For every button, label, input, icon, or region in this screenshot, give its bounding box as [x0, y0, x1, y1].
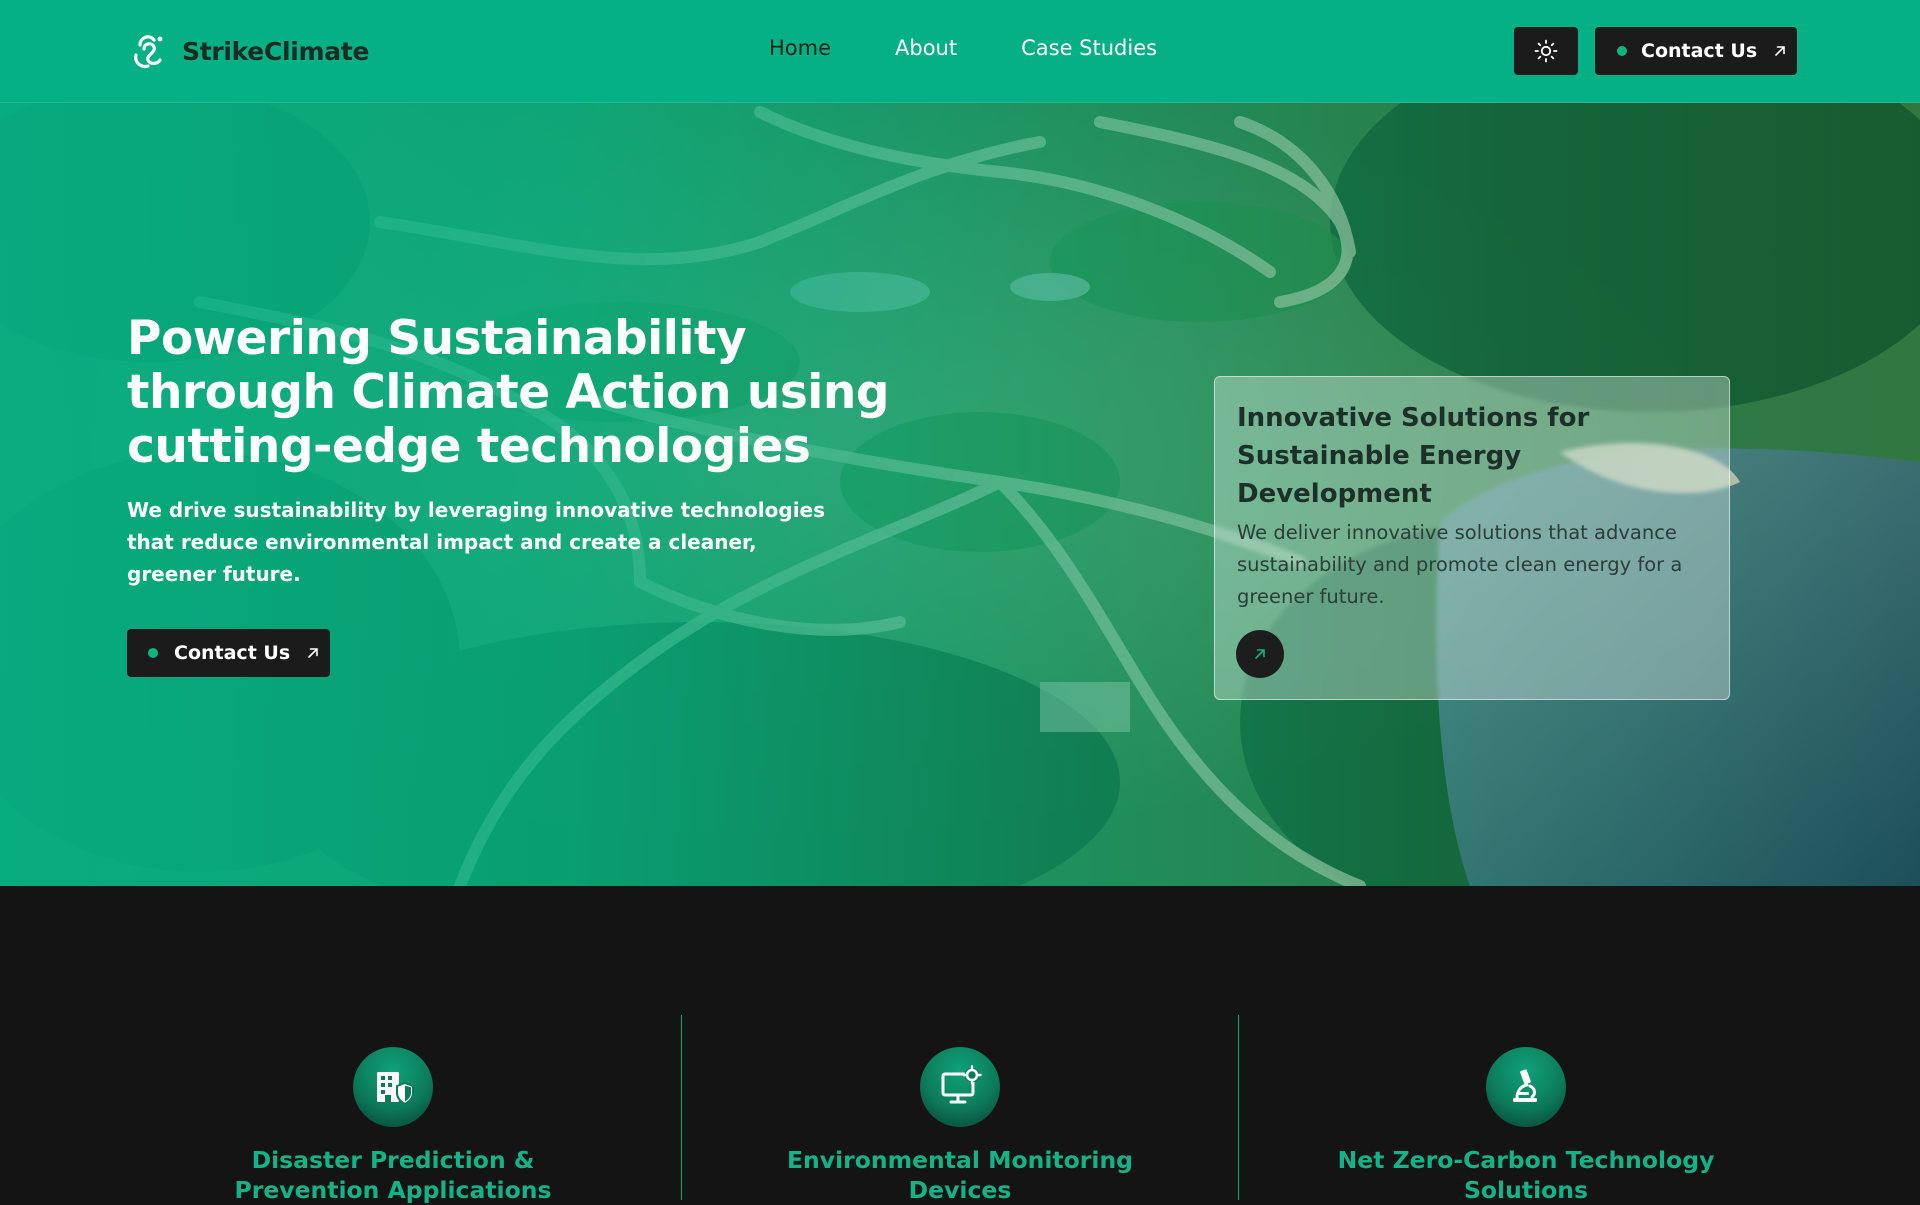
hero-section: Powering Sustainability through Climate … — [0, 102, 1920, 886]
hero-contact-label: Contact Us — [174, 642, 291, 664]
main-nav: Home About Case Studies — [769, 36, 1221, 60]
brand-name: StrikeClimate — [182, 36, 370, 66]
strikeclimate-logo-icon — [134, 35, 163, 69]
feature-icon-badge — [353, 1047, 433, 1127]
feature-icon-badge — [1486, 1047, 1566, 1127]
nav-about[interactable]: About — [895, 36, 957, 60]
header-contact-button[interactable]: Contact Us — [1595, 27, 1797, 75]
sun-icon — [1534, 39, 1558, 63]
arrow-up-right-icon — [306, 646, 320, 660]
arrow-up-right-icon — [1773, 44, 1787, 58]
status-dot — [148, 648, 158, 658]
hero-contact-button[interactable]: Contact Us — [127, 629, 330, 677]
hero-title: Powering Sustainability through Climate … — [127, 311, 890, 474]
hero-subtitle: We drive sustainability by leveraging in… — [127, 498, 826, 586]
card-title: Innovative Solutions for Sustainable Ene… — [1237, 403, 1590, 509]
nav-home[interactable]: Home — [769, 36, 831, 60]
feature-title: Net Zero-Carbon Technology Solutions — [1337, 1146, 1715, 1204]
monitor-gear-icon — [941, 1065, 982, 1104]
card-text: We deliver innovative solutions that adv… — [1237, 521, 1683, 608]
features-section: Disaster Prediction & Prevention Applica… — [0, 886, 1920, 1204]
arrow-up-right-icon — [1255, 649, 1265, 659]
microscope-icon — [1513, 1069, 1537, 1102]
site-header: StrikeClimate Home About Case Studies Co… — [0, 0, 1920, 103]
feature-disaster-prediction[interactable]: Disaster Prediction & Prevention Applica… — [123, 1047, 663, 1205]
status-dot — [1617, 46, 1627, 56]
info-card: Innovative Solutions for Sustainable Ene… — [1214, 376, 1730, 700]
feature-title: Disaster Prediction & Prevention Applica… — [234, 1146, 552, 1204]
feature-net-zero-carbon[interactable]: Net Zero-Carbon Technology Solutions — [1256, 1047, 1796, 1205]
column-divider — [681, 1015, 682, 1200]
feature-title: Environmental Monitoring Devices — [787, 1146, 1133, 1204]
feature-icon-badge — [920, 1047, 1000, 1127]
nav-case-studies[interactable]: Case Studies — [1021, 36, 1157, 60]
header-contact-label: Contact Us — [1641, 40, 1758, 62]
column-divider — [1238, 1015, 1239, 1200]
building-shield-icon — [377, 1072, 414, 1106]
feature-environmental-monitoring[interactable]: Environmental Monitoring Devices — [690, 1047, 1230, 1205]
logo[interactable]: StrikeClimate — [130, 31, 369, 71]
card-arrow-button[interactable] — [1236, 630, 1284, 678]
theme-toggle-button[interactable] — [1514, 27, 1578, 75]
